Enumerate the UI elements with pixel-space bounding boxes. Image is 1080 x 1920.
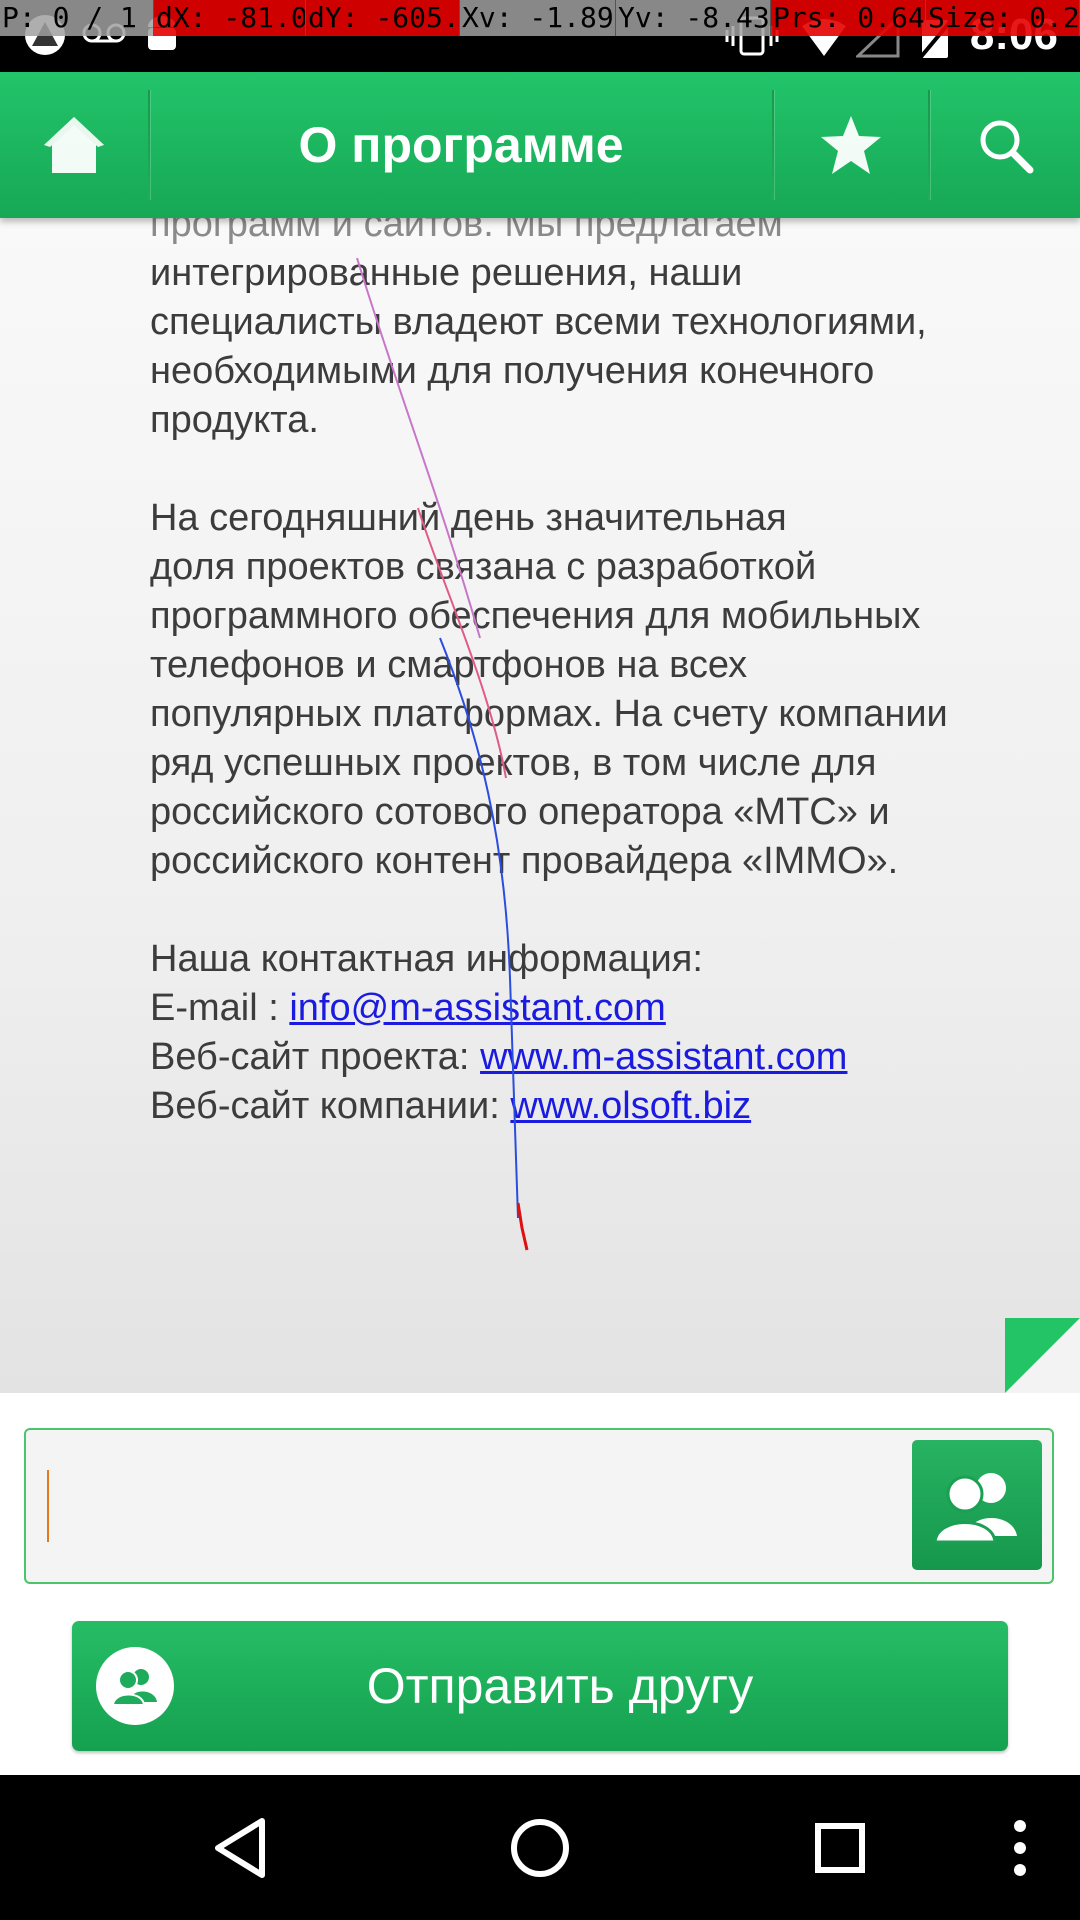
email-label: E-mail : — [150, 987, 290, 1029]
debug-dy: dY: -605.0 — [306, 0, 460, 36]
debug-size: Size: 0.27 — [926, 0, 1080, 36]
menu-dots-icon — [1014, 1819, 1026, 1876]
company-site-link[interactable]: www.olsoft.biz — [510, 1085, 751, 1127]
about-content[interactable]: программ и сайтов. Мы предлагаем интегри… — [0, 218, 1080, 1393]
contacts-heading: Наша контактная информация: — [150, 938, 703, 980]
company-site-label: Веб-сайт компании: — [150, 1085, 511, 1127]
favorite-button[interactable] — [774, 72, 928, 218]
debug-xv: Xv: -1.893 — [460, 0, 616, 36]
debug-prs: Prs: 0.64 — [771, 0, 926, 36]
about-text: программ и сайтов. Мы предлагаем интегри… — [150, 218, 1050, 1131]
back-button[interactable] — [180, 1775, 300, 1920]
home-circle-icon — [511, 1818, 569, 1877]
send-icon-badge — [96, 1647, 174, 1725]
debug-pointer: P: 0 / 1 — [0, 0, 154, 36]
project-site-label: Веб-сайт проекта: — [150, 1036, 481, 1078]
recents-button[interactable] — [780, 1775, 900, 1920]
project-site-link[interactable]: www.m-assistant.com — [480, 1036, 847, 1078]
text-line: программ и сайтов. Мы предлагаем — [150, 218, 783, 245]
share-panel: Отправить другу — [0, 1393, 1080, 1775]
text-line: телефонов и смартфонов на всех — [150, 644, 748, 686]
pick-contact-button[interactable] — [912, 1440, 1042, 1570]
text-line: специалисты владеют всеми технологиями, — [150, 301, 927, 343]
page-corner-fold — [1005, 1318, 1080, 1393]
app-bar: О программе — [0, 72, 1080, 218]
page-title: О программе — [298, 117, 624, 173]
text-line: необходимыми для получения конечного — [150, 350, 875, 392]
home-icon — [44, 117, 104, 173]
text-line: доля проектов связана с разработкой — [150, 546, 817, 588]
text-line: популярных платформах. На счету компании — [150, 693, 948, 735]
email-row: E-mail : info@m-assistant.com — [150, 984, 1050, 1033]
project-site-row: Веб-сайт проекта: www.m-assistant.com — [150, 1033, 1050, 1082]
text-line: На сегодняшний день значительная — [150, 497, 787, 539]
home-nav-button[interactable] — [480, 1775, 600, 1920]
search-button[interactable] — [930, 72, 1080, 218]
text-caret — [47, 1470, 49, 1542]
send-to-friend-button[interactable]: Отправить другу — [72, 1621, 1008, 1751]
search-icon — [980, 120, 1034, 174]
contacts-icon — [933, 1473, 1017, 1544]
status-bar: 8:06 P: 0 / 1 dX: -81.0 dY: -605.0 Xv: -… — [0, 0, 1080, 72]
recipient-field[interactable] — [24, 1428, 1054, 1584]
send-button-label: Отправить другу — [366, 1658, 754, 1714]
recents-icon — [815, 1822, 865, 1873]
navigation-bar — [0, 1775, 1080, 1920]
screen: 8:06 P: 0 / 1 dX: -81.0 dY: -605.0 Xv: -… — [0, 0, 1080, 1920]
home-button[interactable] — [0, 72, 148, 218]
text-line: программного обеспечения для мобильных — [150, 595, 921, 637]
debug-yv: Yv: -8.432 — [616, 0, 771, 36]
overflow-menu-button[interactable] — [990, 1775, 1050, 1920]
recipient-input[interactable] — [44, 1450, 928, 1562]
text-line: ряд успешных проектов, в том числе для — [150, 742, 877, 784]
debug-dx: dX: -81.0 — [154, 0, 306, 36]
company-site-row: Веб-сайт компании: www.olsoft.biz — [150, 1082, 1050, 1131]
text-line: интегрированные решения, наши — [150, 252, 743, 294]
text-line: российского сотового оператора «МТС» и — [150, 791, 890, 833]
email-link[interactable]: info@m-assistant.com — [289, 987, 665, 1029]
back-icon — [215, 1817, 265, 1878]
text-line: российского контент провайдера «IMMO». — [150, 840, 899, 882]
friends-icon — [111, 1669, 157, 1706]
star-icon — [821, 116, 881, 174]
pointer-debug-bar: P: 0 / 1 dX: -81.0 dY: -605.0 Xv: -1.893… — [0, 0, 1080, 36]
text-line: продукта. — [150, 399, 319, 441]
